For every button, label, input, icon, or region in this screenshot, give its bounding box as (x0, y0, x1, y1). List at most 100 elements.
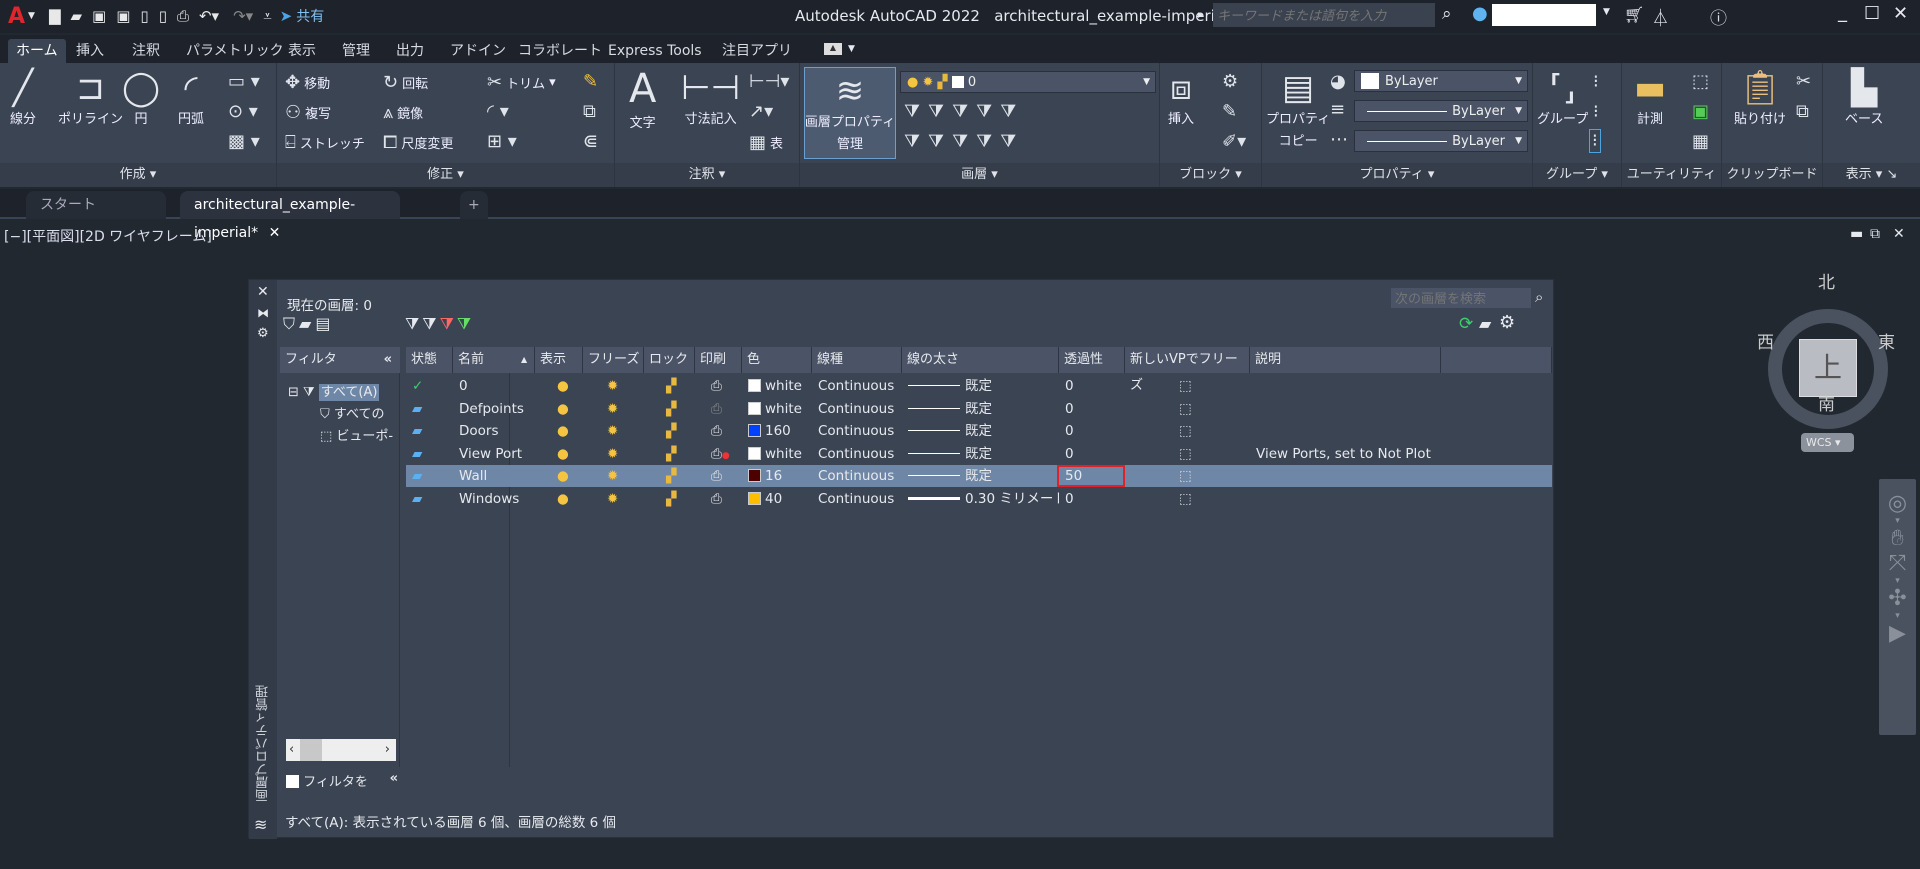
set-current-icon[interactable]: ⧩ (457, 314, 474, 333)
linetype-dropdown[interactable]: ByLayer ▼ (1354, 130, 1528, 152)
rotate-button[interactable]: ↻ 回転 (383, 73, 428, 92)
copy-button[interactable]: ⚇ 複写 (285, 103, 331, 122)
layer-settings-dialog-icon[interactable]: ▰ (1479, 314, 1491, 333)
trim-button[interactable]: ✂ トリム ▾ (487, 73, 556, 92)
collapse-icon[interactable]: « (390, 771, 398, 786)
scale-button[interactable]: ⧠ 尺度変更 (383, 133, 453, 152)
offset-icon[interactable]: ⋐ (583, 133, 598, 151)
on-cell[interactable]: ● (541, 375, 583, 397)
layer-states-manager-icon[interactable]: ▤ (315, 314, 334, 333)
panel-create-label[interactable]: 作成 ▾ (0, 163, 276, 187)
color-cell[interactable]: white (748, 398, 812, 420)
layer-row[interactable]: ▰ Doors ● ✹ ▞ ⎙ 160 Continuous 既定 0 ⬚ (406, 420, 1552, 442)
description-cell[interactable] (1256, 398, 1441, 420)
expand-search-icon[interactable]: ▸ (1198, 8, 1204, 21)
move-button[interactable]: ✥ 移動 (285, 73, 330, 92)
ungroup-icon[interactable]: ⁝ (1593, 73, 1599, 91)
sun-thawed-icon[interactable]: ✹ (607, 423, 618, 439)
rectangle-icon[interactable]: ▭ ▾ (228, 73, 260, 91)
lock-cell[interactable]: ▞ (650, 420, 695, 442)
plot-cell[interactable]: ⎙● (701, 443, 742, 465)
lightbulb-on-icon[interactable]: ● (557, 468, 569, 484)
leader-icon[interactable]: ↗▾ (749, 103, 773, 121)
help-icon[interactable]: ⓘ (1710, 4, 1727, 29)
sun-thawed-icon[interactable]: ✹ (607, 378, 618, 394)
search-icon[interactable]: ⌕ (1442, 4, 1452, 24)
sun-thawed-icon[interactable]: ✹ (607, 401, 618, 417)
invert-filter[interactable]: フィルタを « (286, 771, 398, 790)
calculator-icon[interactable]: ▦ (1692, 133, 1709, 151)
freeze-cell[interactable]: ✹ (589, 420, 644, 442)
select-all-icon[interactable]: ▣ (1692, 103, 1709, 121)
panel-annotation-label[interactable]: 注釈 ▾ (615, 163, 799, 187)
name-cell[interactable]: Doors (459, 420, 535, 442)
tab-addins[interactable]: アドイン (442, 39, 514, 63)
viewport-restore-icon[interactable]: ⧉ (1870, 226, 1880, 242)
vp-freeze-icon[interactable]: ⬚ (1179, 491, 1192, 507)
new-layer-icon[interactable]: ⧩ (405, 314, 422, 333)
open-icon[interactable]: ▰ (71, 7, 83, 25)
printer-icon[interactable]: ⎙ (711, 423, 722, 439)
palette-title-strip[interactable]: ✕ ⧓ ⚙ 画層プロパティ管理 ≋ (249, 280, 277, 839)
zoom-extents-icon[interactable]: ⤧ (1879, 551, 1916, 576)
edit-block-icon[interactable]: ✎ (1222, 103, 1237, 121)
delete-layer-icon[interactable]: ⧩ (440, 314, 457, 333)
on-cell[interactable]: ● (541, 420, 583, 442)
unlocked-icon[interactable]: ▞ (666, 468, 676, 484)
vp-freeze-cell[interactable]: ⬚ (1131, 488, 1250, 510)
lineweight-dropdown[interactable]: ByLayer ▼ (1354, 100, 1528, 122)
group-selection-icon[interactable]: ⁝ (1589, 129, 1601, 153)
color-cell[interactable]: 16 (748, 465, 812, 487)
minimize-icon[interactable]: _ (1838, 2, 1847, 23)
user-dropdown-icon[interactable]: ▼ (1603, 7, 1610, 17)
color-cell[interactable]: 40 (748, 488, 812, 510)
status-cell[interactable]: ▰ (412, 420, 453, 442)
share-icon[interactable]: ➤ (280, 7, 293, 25)
vp-freeze-cell[interactable]: ⬚ (1131, 465, 1250, 487)
palette-autohide-icon[interactable]: ⧓ (257, 306, 269, 320)
table-button[interactable]: ▦ 表 (749, 133, 783, 152)
layer-row[interactable]: ▰ Wall ● ✹ ▞ ⎙ 16 Continuous 既定 50 ⬚ (406, 465, 1552, 488)
group-edit-icon[interactable]: ⁝ (1593, 103, 1599, 121)
close-tab-icon[interactable]: ✕ (269, 225, 281, 241)
name-cell[interactable]: View Port (459, 443, 535, 465)
lightbulb-on-icon[interactable]: ● (557, 423, 569, 439)
lineweight-cell[interactable]: 既定 (908, 375, 1059, 397)
cut-icon[interactable]: ✂ (1796, 73, 1811, 91)
freeze-cell[interactable]: ✹ (589, 375, 644, 397)
vp-freeze-cell[interactable]: ⬚ (1131, 420, 1250, 442)
ucs-dropdown[interactable]: WCS ▾ (1801, 433, 1854, 452)
lineweight-cell[interactable]: 既定 (908, 465, 1059, 487)
unlocked-icon[interactable]: ▞ (666, 491, 676, 507)
lineweight-cell[interactable]: 既定 (908, 398, 1059, 420)
layer-dropdown[interactable]: ● ✹ ▞ 0 ▼ (900, 71, 1156, 93)
status-cell[interactable]: ▰ (412, 488, 453, 510)
panel-properties-label[interactable]: プロパティ ▾ (1262, 163, 1532, 187)
linetype-cell[interactable]: Continuous (818, 375, 902, 397)
plot-cell[interactable]: ⎙ (701, 398, 742, 420)
ribbon-options-icon[interactable]: ▼ (848, 44, 855, 54)
color-cell[interactable]: white (748, 443, 812, 465)
column-header-vp-freeze[interactable]: 新しいVPでフリーズ (1125, 347, 1250, 393)
new-tab-button[interactable]: + (460, 191, 488, 219)
linetype-cell[interactable]: Continuous (818, 420, 902, 442)
hatch-icon[interactable]: ▩ ▾ (228, 133, 260, 151)
web-mobile-open-icon[interactable]: ▯ (140, 7, 148, 25)
vp-freeze-cell[interactable]: ⬚ (1131, 375, 1250, 397)
ribbon-minimize-icon[interactable]: ▲ (824, 43, 842, 55)
help-search-input[interactable] (1213, 3, 1435, 27)
color-dropdown[interactable]: ByLayer ▼ (1354, 70, 1528, 92)
filter-tree-all[interactable]: ⊟ ⧩ すべて(A) (288, 381, 380, 401)
lightbulb-on-icon[interactable]: ● (557, 446, 569, 462)
paste-button[interactable]: 📋︎ 貼り付け (1734, 71, 1786, 127)
viewport-controls[interactable]: [−][平面図][2D ワイヤフレーム] (4, 226, 212, 246)
column-header-description[interactable]: 説明 (1250, 347, 1441, 373)
filter-tree-used[interactable]: ⛉ すべての (320, 403, 384, 422)
fillet-icon[interactable]: ◜ ▾ (487, 103, 509, 121)
vp-freeze-icon[interactable]: ⬚ (1179, 446, 1192, 462)
transparency-cell[interactable]: 0 (1065, 488, 1125, 510)
linetype-cell[interactable]: Continuous (818, 443, 902, 465)
vp-freeze-cell[interactable]: ⬚ (1131, 398, 1250, 420)
lock-cell[interactable]: ▞ (650, 398, 695, 420)
unlocked-icon[interactable]: ▞ (666, 401, 676, 417)
